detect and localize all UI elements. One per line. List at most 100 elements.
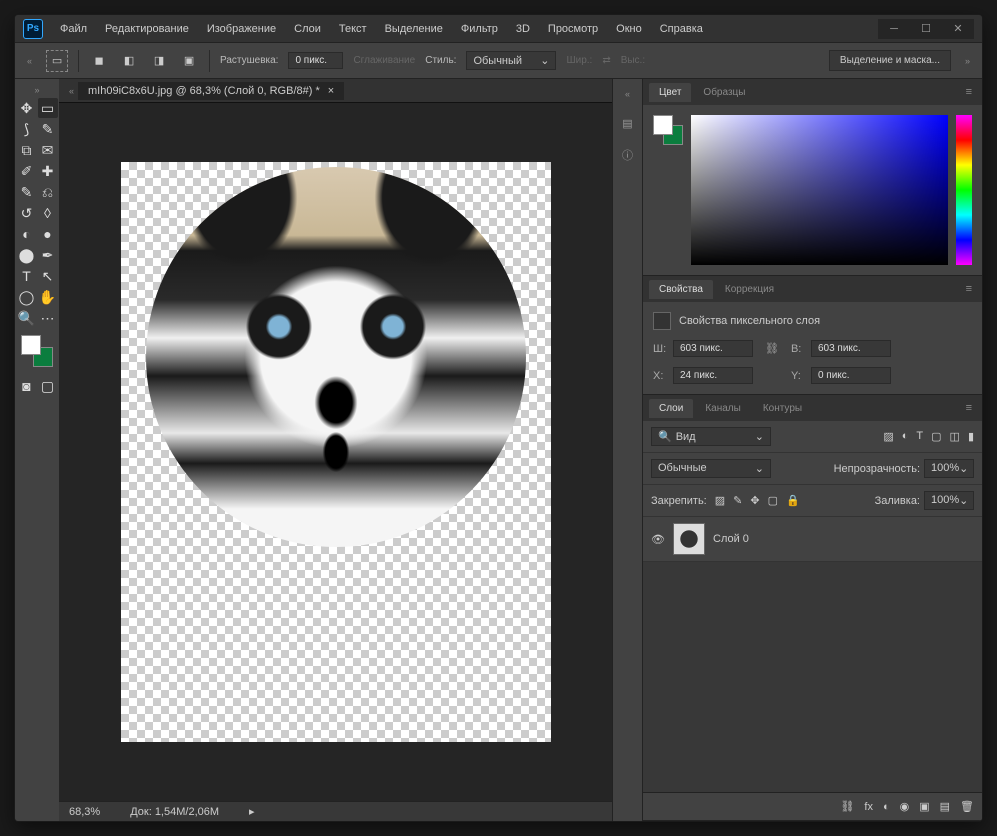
quickmask-tool[interactable]: ◙ (17, 376, 37, 396)
type-tool[interactable]: T (17, 266, 37, 286)
layer-thumbnail[interactable] (673, 523, 705, 555)
filter-type-icon[interactable]: T (916, 430, 923, 443)
lock-paint-icon[interactable]: ✎ (733, 494, 742, 507)
x-input[interactable]: 24 пикс. (673, 367, 753, 384)
layer-item[interactable]: 👁 Слой 0 (643, 517, 982, 562)
shape-tool[interactable]: ◯ (17, 287, 37, 307)
layer-fx-icon[interactable]: fx (864, 801, 873, 813)
marquee-tool[interactable]: ▭ (38, 98, 58, 118)
link-wh-icon[interactable]: ⛓ (761, 340, 783, 357)
link-layers-icon[interactable]: ⛓ (840, 800, 854, 813)
panel-color-swatch[interactable] (653, 115, 683, 145)
blur-tool[interactable]: ● (38, 224, 58, 244)
group-icon[interactable]: ▣ (919, 800, 929, 813)
filter-toggle-icon[interactable]: ▮ (968, 430, 974, 443)
tab-properties[interactable]: Свойства (649, 280, 713, 299)
adjustment-layer-icon[interactable]: ◉ (900, 800, 910, 813)
layers-panel-menu-icon[interactable]: ≡ (962, 402, 976, 414)
tab-color[interactable]: Цвет (649, 83, 691, 102)
minimize-button[interactable]: ─ (878, 19, 910, 39)
delete-layer-icon[interactable]: 🗑 (960, 800, 974, 813)
marquee-tool-icon[interactable]: ▭ (46, 50, 68, 72)
filter-pixel-icon[interactable]: ▨ (883, 430, 893, 443)
status-chevron-icon[interactable]: ▸ (249, 805, 255, 818)
pen-tool[interactable]: ✒ (38, 245, 58, 265)
hand-tool[interactable]: ✋ (38, 287, 58, 307)
style-select[interactable]: Обычный⌄ (466, 51, 556, 70)
menu-3d[interactable]: 3D (509, 20, 537, 38)
new-layer-icon[interactable]: ▤ (940, 800, 950, 813)
move-tool[interactable]: ✥ (17, 98, 37, 118)
menu-image[interactable]: Изображение (200, 20, 283, 38)
menu-edit[interactable]: Редактирование (98, 20, 196, 38)
width-input[interactable]: 603 пикс. (673, 340, 753, 357)
eyedropper-tool[interactable]: ✐ (17, 161, 37, 181)
y-input[interactable]: 0 пикс. (811, 367, 891, 384)
history-panel-icon[interactable]: ▤ (618, 113, 638, 133)
document-tab[interactable]: mIh09iC8x6U.jpg @ 68,3% (Слой 0, RGB/8#)… (78, 82, 344, 100)
brush-tool[interactable]: ✎ (17, 182, 37, 202)
menu-select[interactable]: Выделение (378, 20, 450, 38)
history-brush-tool[interactable]: ↺ (17, 203, 37, 223)
filter-shape-icon[interactable]: ▢ (931, 430, 941, 443)
lock-all-icon[interactable]: 🔒 (786, 494, 800, 507)
filter-smart-icon[interactable]: ◫ (950, 430, 960, 443)
info-panel-icon[interactable]: ⓘ (618, 145, 638, 165)
lock-transparency-icon[interactable]: ▨ (715, 494, 725, 507)
tab-channels[interactable]: Каналы (695, 399, 751, 418)
select-and-mask-button[interactable]: Выделение и маска... (829, 50, 951, 71)
frame-tool[interactable]: ✉ (38, 140, 58, 160)
selection-intersect-icon[interactable]: ▣ (179, 51, 199, 71)
expand-icon[interactable]: » (961, 54, 974, 68)
feather-input[interactable]: 0 пикс. (288, 52, 343, 69)
menu-help[interactable]: Справка (653, 20, 710, 38)
gradient-tool[interactable]: ◐ (17, 224, 37, 244)
crop-tool[interactable]: ⧉ (17, 140, 37, 160)
opacity-input[interactable]: 100%⌄ (924, 459, 974, 478)
menu-filter[interactable]: Фильтр (454, 20, 505, 38)
dodge-tool[interactable]: ⬤ (17, 245, 37, 265)
collapse-icon[interactable]: « (23, 54, 36, 68)
menu-view[interactable]: Просмотр (541, 20, 605, 38)
canvas-viewport[interactable] (59, 103, 612, 801)
visibility-icon[interactable]: 👁 (651, 533, 665, 546)
layer-mask-icon[interactable]: ◐ (883, 801, 890, 813)
color-swatch[interactable] (21, 335, 53, 367)
menu-file[interactable]: Файл (53, 20, 94, 38)
screenmode-tool[interactable]: ▢ (38, 376, 58, 396)
maximize-button[interactable]: ☐ (910, 19, 942, 39)
fill-input[interactable]: 100%⌄ (924, 491, 974, 510)
close-button[interactable]: ✕ (942, 19, 974, 39)
dock-collapse-icon[interactable]: « (621, 87, 634, 101)
zoom-level[interactable]: 68,3% (69, 806, 100, 818)
healing-tool[interactable]: ✚ (38, 161, 58, 181)
selection-new-icon[interactable]: ◼ (89, 51, 109, 71)
selection-subtract-icon[interactable]: ◨ (149, 51, 169, 71)
color-picker-area[interactable] (691, 115, 948, 265)
tab-layers[interactable]: Слои (649, 399, 693, 418)
menu-layer[interactable]: Слои (287, 20, 328, 38)
color-panel-menu-icon[interactable]: ≡ (962, 86, 976, 98)
properties-panel-menu-icon[interactable]: ≡ (962, 283, 976, 295)
blend-mode-select[interactable]: Обычные⌄ (651, 459, 771, 478)
canvas[interactable] (121, 162, 551, 742)
tab-swatches[interactable]: Образцы (693, 83, 755, 102)
close-tab-icon[interactable]: × (328, 85, 334, 97)
layer-name[interactable]: Слой 0 (713, 533, 749, 545)
menu-window[interactable]: Окно (609, 20, 649, 38)
filter-adjustment-icon[interactable]: ◐ (902, 430, 909, 443)
tools-collapse-icon[interactable]: » (30, 83, 43, 97)
zoom-tool[interactable]: 🔍 (17, 308, 37, 328)
tabs-collapse-icon[interactable]: « (65, 84, 78, 98)
lock-position-icon[interactable]: ✥ (750, 494, 759, 507)
tab-adjustments[interactable]: Коррекция (715, 280, 784, 299)
foreground-color-swatch[interactable] (21, 335, 41, 355)
tab-paths[interactable]: Контуры (753, 399, 812, 418)
menu-type[interactable]: Текст (332, 20, 374, 38)
path-select-tool[interactable]: ↖ (38, 266, 58, 286)
lock-artboard-icon[interactable]: ▢ (768, 494, 778, 507)
lasso-tool[interactable]: ⟆ (17, 119, 37, 139)
height-input[interactable]: 603 пикс. (811, 340, 891, 357)
quick-select-tool[interactable]: ✎ (38, 119, 58, 139)
edit-toolbar[interactable]: ⋯ (38, 308, 58, 328)
